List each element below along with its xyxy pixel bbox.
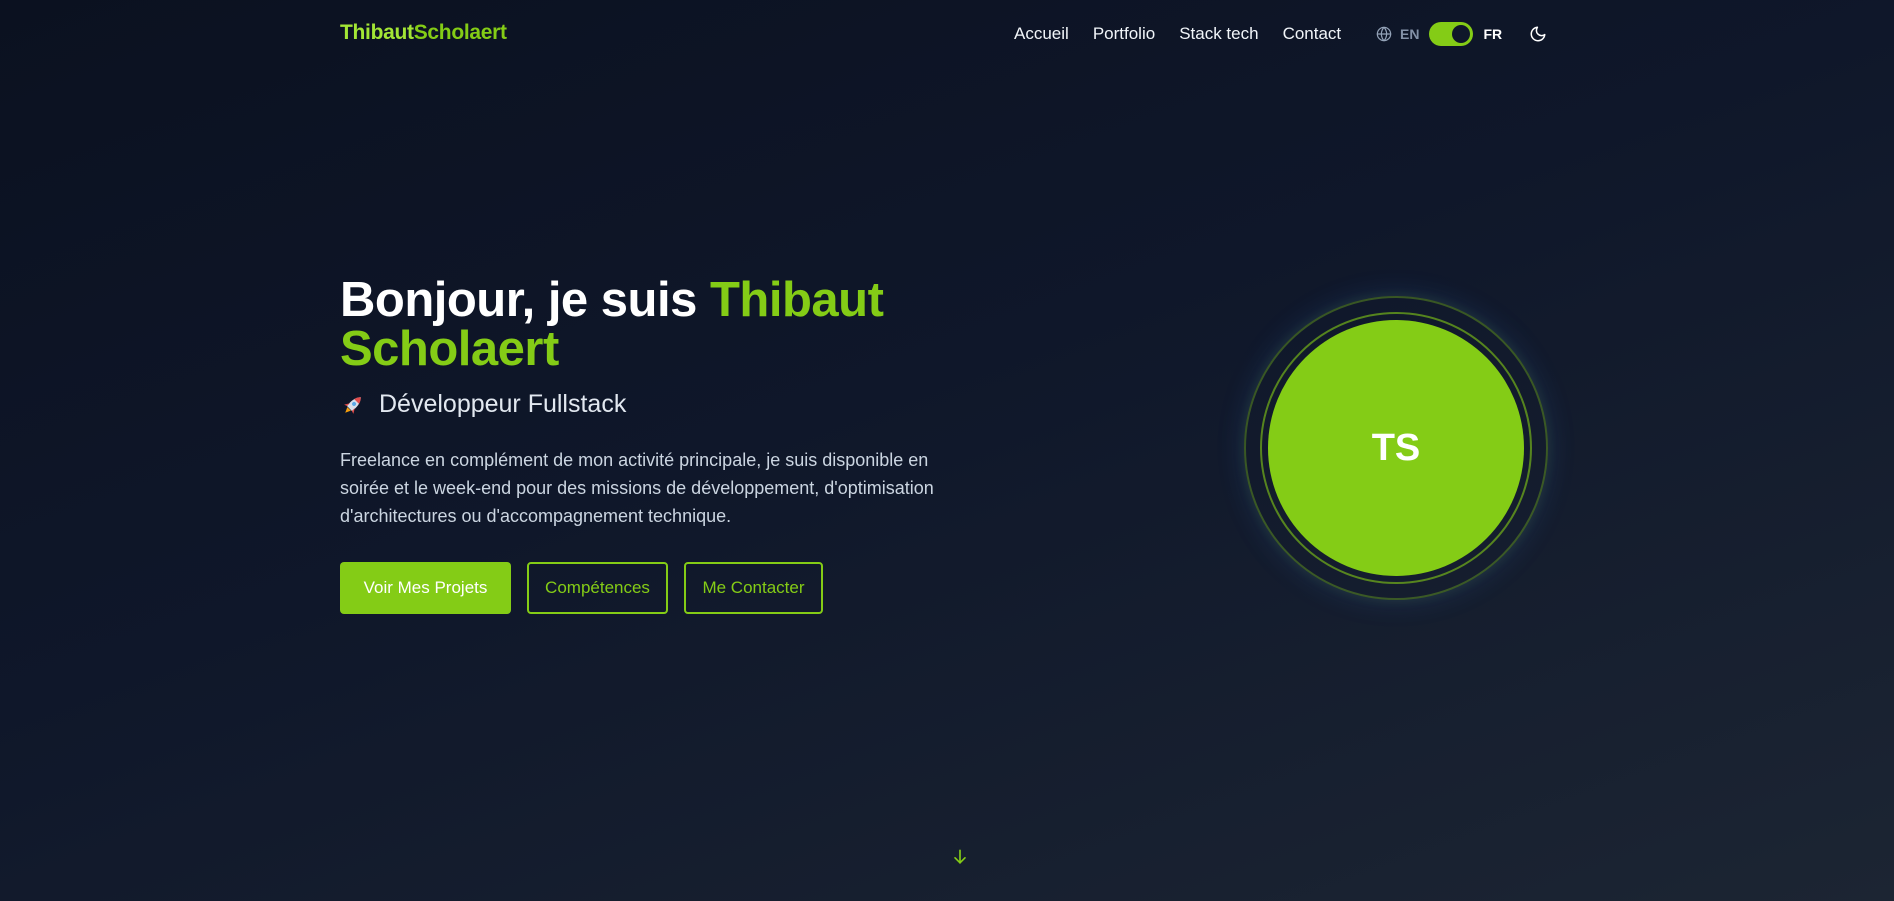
language-toggle[interactable] <box>1429 22 1474 46</box>
hero-name-last: Scholaert <box>340 322 559 376</box>
theme-toggle-button[interactable] <box>1529 25 1547 43</box>
logo-last-name: Scholaert <box>413 21 507 44</box>
language-option-en[interactable]: EN <box>1400 26 1419 42</box>
nav-link-stack-tech[interactable]: Stack tech <box>1179 24 1258 44</box>
scroll-down-button[interactable] <box>950 847 970 867</box>
logo-first-name: Thibaut <box>340 21 414 44</box>
rocket-icon <box>340 392 366 418</box>
arrow-down-icon <box>950 847 970 867</box>
globe-icon <box>1376 26 1400 42</box>
main-nav: Accueil Portfolio Stack tech Contact <box>1014 24 1341 44</box>
language-toggle-knob <box>1452 25 1471 43</box>
hero-name-first: Thibaut <box>709 273 884 327</box>
hero-subtitle-text: Développeur Fullstack <box>379 390 627 418</box>
site-logo[interactable]: ThibautScholaert <box>340 21 507 45</box>
avatar: TS <box>1268 320 1524 576</box>
avatar-container: TS <box>1236 288 1556 608</box>
hero-subtitle: Développeur Fullstack <box>340 390 626 419</box>
hero-title: Bonjour, je suis Thibaut Scholaert <box>340 273 884 376</box>
language-switcher: EN FR <box>1376 22 1502 46</box>
hero-greeting: Bonjour, je suis <box>340 273 697 327</box>
hero-description: Freelance en complément de mon activité … <box>340 450 934 526</box>
hero-buttons: Voir Mes Projets Compétences Me Contacte… <box>340 562 823 614</box>
nav-link-portfolio[interactable]: Portfolio <box>1093 24 1155 44</box>
avatar-initials: TS <box>1371 426 1421 469</box>
language-option-fr[interactable]: FR <box>1483 26 1502 42</box>
view-projects-button[interactable]: Voir Mes Projets <box>340 562 511 614</box>
nav-link-accueil[interactable]: Accueil <box>1014 24 1069 44</box>
moon-icon <box>1529 25 1547 43</box>
contact-me-button[interactable]: Me Contacter <box>684 562 823 614</box>
nav-link-contact[interactable]: Contact <box>1283 24 1342 44</box>
site-header: ThibautScholaert Accueil Portfolio Stack… <box>0 0 1894 68</box>
skills-button[interactable]: Compétences <box>527 562 668 614</box>
